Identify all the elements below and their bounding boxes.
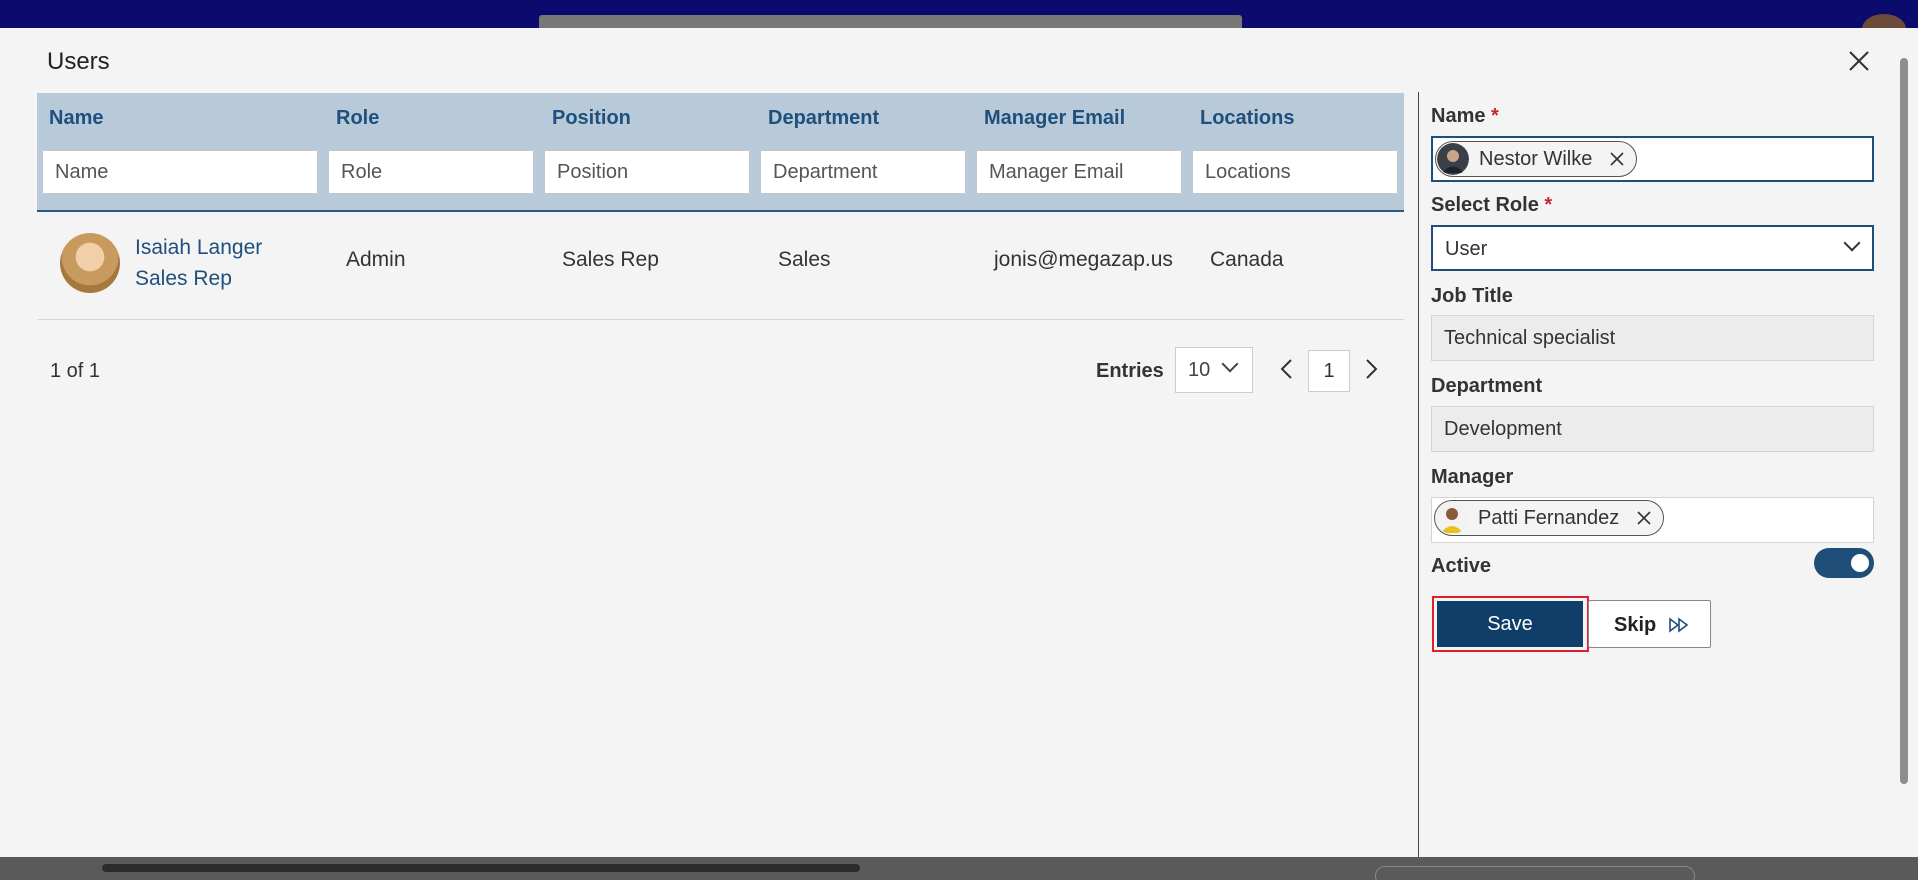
modal-title: Users	[47, 48, 110, 75]
entries-value: 10	[1188, 359, 1211, 381]
user-name-link[interactable]: Isaiah Langer Sales Rep	[135, 232, 262, 294]
job-title-label: Job Title	[1431, 285, 1513, 307]
manager-label: Manager	[1431, 466, 1514, 488]
active-toggle[interactable]	[1814, 548, 1874, 578]
manager-chip: Patti Fernandez	[1434, 500, 1665, 536]
manager-chip-text: Patti Fernandez	[1478, 507, 1620, 529]
required-mark: *	[1544, 194, 1553, 216]
chevron-down-icon	[1843, 234, 1861, 252]
chevron-left-icon	[1280, 359, 1292, 379]
close-button[interactable]	[1844, 46, 1874, 76]
entries-label: Entries	[1096, 360, 1164, 382]
cell-location: Canada	[1210, 248, 1284, 271]
vertical-scrollbar[interactable]	[1900, 58, 1908, 784]
role-label-text: Select Role	[1431, 194, 1539, 216]
person-avatar	[1437, 143, 1469, 175]
previous-page-button[interactable]	[1274, 356, 1300, 382]
name-chip-text: Nestor Wilke	[1479, 148, 1593, 170]
entries-select[interactable]: 10	[1175, 347, 1253, 393]
name-label: Name *	[1431, 105, 1499, 128]
cell-role: Admin	[346, 248, 406, 271]
manager-picker[interactable]: Patti Fernandez	[1431, 497, 1874, 543]
background-input	[1375, 866, 1695, 880]
remove-icon[interactable]	[1608, 150, 1626, 168]
role-label: Select Role *	[1431, 194, 1552, 217]
fast-forward-icon	[1669, 617, 1689, 633]
column-header-position[interactable]: Position	[552, 107, 631, 130]
users-modal: Users Name Role Position Department Mana…	[0, 28, 1918, 857]
department-value: Development	[1444, 418, 1562, 440]
user-subtitle: Sales Rep	[135, 267, 232, 290]
cell-manager-email: jonis@megazap.us	[994, 248, 1173, 271]
role-select[interactable]: User	[1431, 225, 1874, 271]
next-page-button[interactable]	[1358, 356, 1384, 382]
department-label: Department	[1431, 375, 1543, 397]
person-avatar	[1436, 502, 1468, 534]
close-icon	[1849, 51, 1869, 71]
column-header-name[interactable]: Name	[49, 107, 103, 130]
cell-position: Sales Rep	[562, 248, 659, 271]
user-name[interactable]: Isaiah Langer	[135, 232, 262, 263]
column-header-role[interactable]: Role	[336, 107, 379, 130]
job-title-value: Technical specialist	[1444, 327, 1616, 349]
remove-icon[interactable]	[1635, 509, 1653, 527]
role-select-value: User	[1445, 238, 1488, 260]
pager-count: 1 of 1	[50, 360, 101, 382]
table-row[interactable]: Isaiah Langer Sales Rep Admin Sales Rep …	[37, 186, 1404, 320]
skip-button[interactable]: Skip	[1588, 600, 1711, 648]
cell-department: Sales	[778, 248, 831, 271]
name-picker[interactable]: Nestor Wilke	[1431, 136, 1874, 182]
column-header-locations[interactable]: Locations	[1200, 107, 1294, 130]
job-title-field: Technical specialist	[1431, 315, 1874, 361]
skip-label: Skip	[1614, 614, 1657, 636]
chevron-right-icon	[1366, 359, 1378, 379]
column-header-manager-email[interactable]: Manager Email	[984, 107, 1125, 130]
department-field: Development	[1431, 406, 1874, 452]
current-page[interactable]: 1	[1308, 350, 1350, 392]
panel-divider	[1418, 92, 1419, 857]
active-label: Active	[1431, 555, 1492, 577]
required-mark: *	[1491, 105, 1499, 127]
horizontal-scrollbar[interactable]	[102, 864, 860, 872]
name-label-text: Name	[1431, 105, 1486, 127]
name-chip: Nestor Wilke	[1435, 141, 1638, 177]
toggle-knob	[1851, 554, 1869, 572]
avatar	[60, 233, 120, 293]
column-header-department[interactable]: Department	[768, 107, 879, 130]
chevron-down-icon	[1221, 355, 1239, 373]
save-button[interactable]: Save	[1437, 601, 1583, 647]
